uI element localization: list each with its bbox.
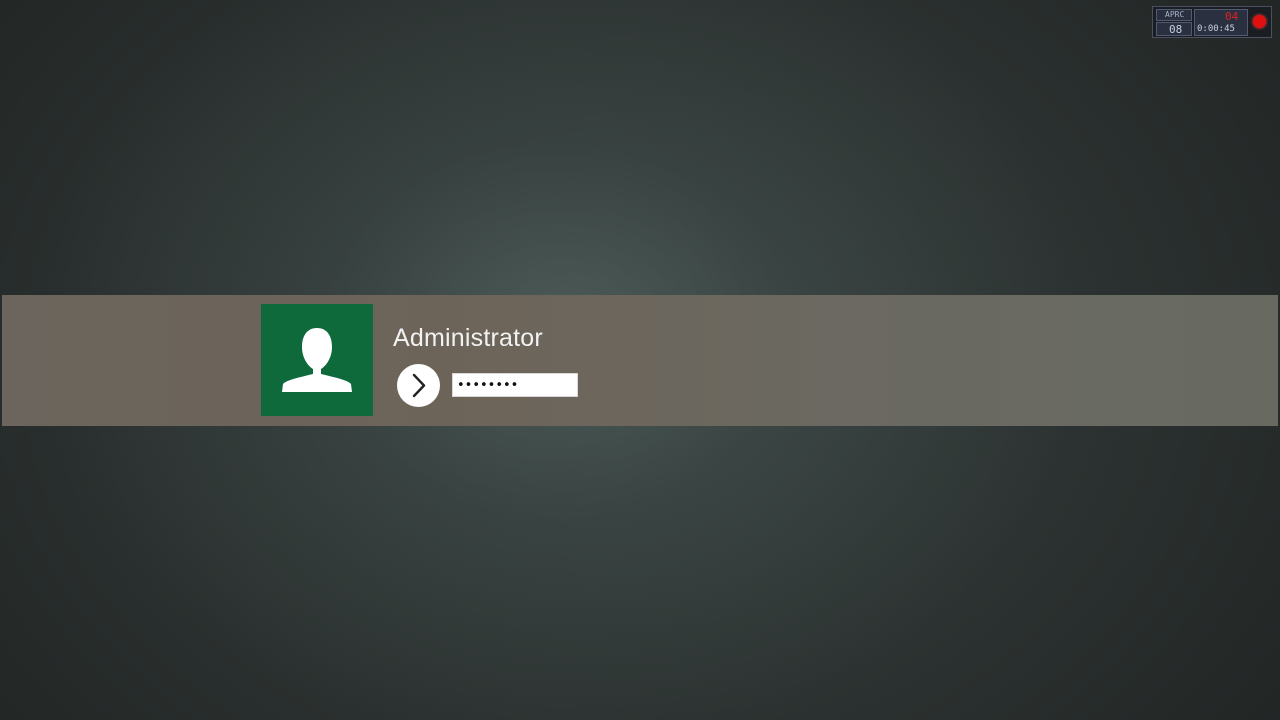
submit-button[interactable]	[397, 364, 440, 407]
recorder-fps: 04	[1225, 10, 1239, 23]
recorder-overlay: APRC 08 04 0:00:45	[1152, 6, 1272, 38]
recorder-label: APRC	[1165, 10, 1185, 19]
recorder-counter: 08	[1169, 23, 1183, 36]
login-band	[2, 295, 1278, 426]
user-avatar	[261, 304, 373, 416]
username-label: Administrator	[393, 324, 543, 352]
recorder-elapsed: 0:00:45	[1197, 24, 1235, 34]
record-dot-icon	[1253, 15, 1266, 28]
recorder-time-cell: 04 0:00:45	[1194, 9, 1248, 36]
recorder-counter-cell: 08	[1156, 22, 1192, 36]
user-silhouette-icon	[282, 328, 352, 392]
recorder-label-cell: APRC	[1156, 9, 1192, 21]
password-field[interactable]	[452, 373, 578, 397]
arrow-right-icon	[412, 373, 426, 398]
